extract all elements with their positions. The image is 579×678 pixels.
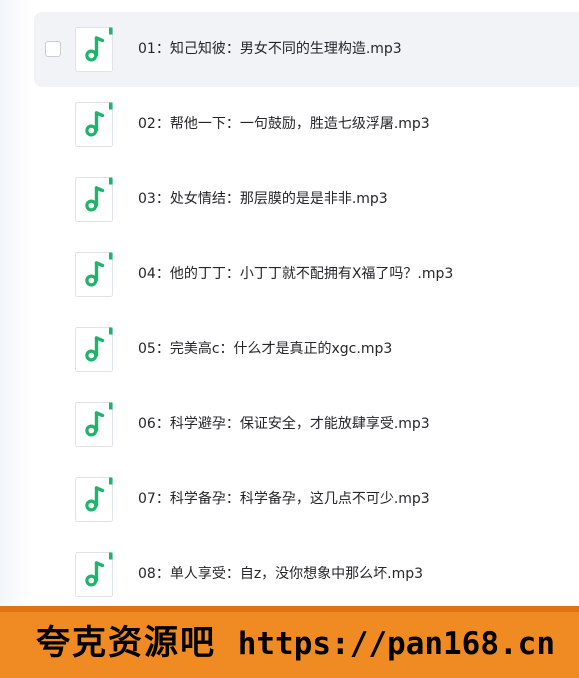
audio-file-icon <box>74 101 114 148</box>
file-row-03[interactable]: 03：处女情结：那层膜的是是非非.mp3 <box>34 162 579 237</box>
file-name[interactable]: 07：科学备孕：科学备孕，这几点不可少.mp3 <box>138 488 430 510</box>
audio-file-icon <box>74 401 114 448</box>
audio-file-icon <box>74 26 114 73</box>
audio-file-icon <box>74 176 114 223</box>
file-row-08[interactable]: 08：单人享受：自z，没你想象中那么坏.mp3 <box>34 537 579 612</box>
file-list: 01：知己知彼：男女不同的生理构造.mp3 02：帮他一下：一句鼓励，胜造七级浮… <box>34 12 579 612</box>
file-name[interactable]: 02：帮他一下：一句鼓励，胜造七级浮屠.mp3 <box>138 113 430 135</box>
file-row-04[interactable]: 04：他的丁丁：小丁丁就不配拥有X福了吗？.mp3 <box>34 237 579 312</box>
file-name[interactable]: 04：他的丁丁：小丁丁就不配拥有X福了吗？.mp3 <box>138 263 453 285</box>
watermark-site-name: 夸克资源吧 <box>36 623 216 663</box>
file-row-01[interactable]: 01：知己知彼：男女不同的生理构造.mp3 <box>34 12 579 87</box>
watermark-banner: 夸克资源吧 https://pan168.cn <box>0 606 579 678</box>
file-name[interactable]: 05：完美高c：什么才是真正的xgc.mp3 <box>138 338 392 360</box>
audio-file-icon <box>74 251 114 298</box>
file-name[interactable]: 01：知己知彼：男女不同的生理构造.mp3 <box>138 38 402 60</box>
file-list-page: 01：知己知彼：男女不同的生理构造.mp3 02：帮他一下：一句鼓励，胜造七级浮… <box>0 0 579 678</box>
audio-file-icon <box>74 551 114 598</box>
file-row-05[interactable]: 05：完美高c：什么才是真正的xgc.mp3 <box>34 312 579 387</box>
file-row-07[interactable]: 07：科学备孕：科学备孕，这几点不可少.mp3 <box>34 462 579 537</box>
audio-file-icon <box>74 476 114 523</box>
banner-top-strip <box>0 606 579 612</box>
file-row-06[interactable]: 06：科学避孕：保证安全，才能放肆享受.mp3 <box>34 387 579 462</box>
file-checkbox[interactable] <box>45 41 61 57</box>
file-name[interactable]: 03：处女情结：那层膜的是是非非.mp3 <box>138 188 388 210</box>
watermark-url: https://pan168.cn <box>237 626 555 662</box>
file-row-02[interactable]: 02：帮他一下：一句鼓励，胜造七级浮屠.mp3 <box>34 87 579 162</box>
audio-file-icon <box>74 326 114 373</box>
file-name[interactable]: 06：科学避孕：保证安全，才能放肆享受.mp3 <box>138 413 430 435</box>
file-name[interactable]: 08：单人享受：自z，没你想象中那么坏.mp3 <box>138 563 423 585</box>
